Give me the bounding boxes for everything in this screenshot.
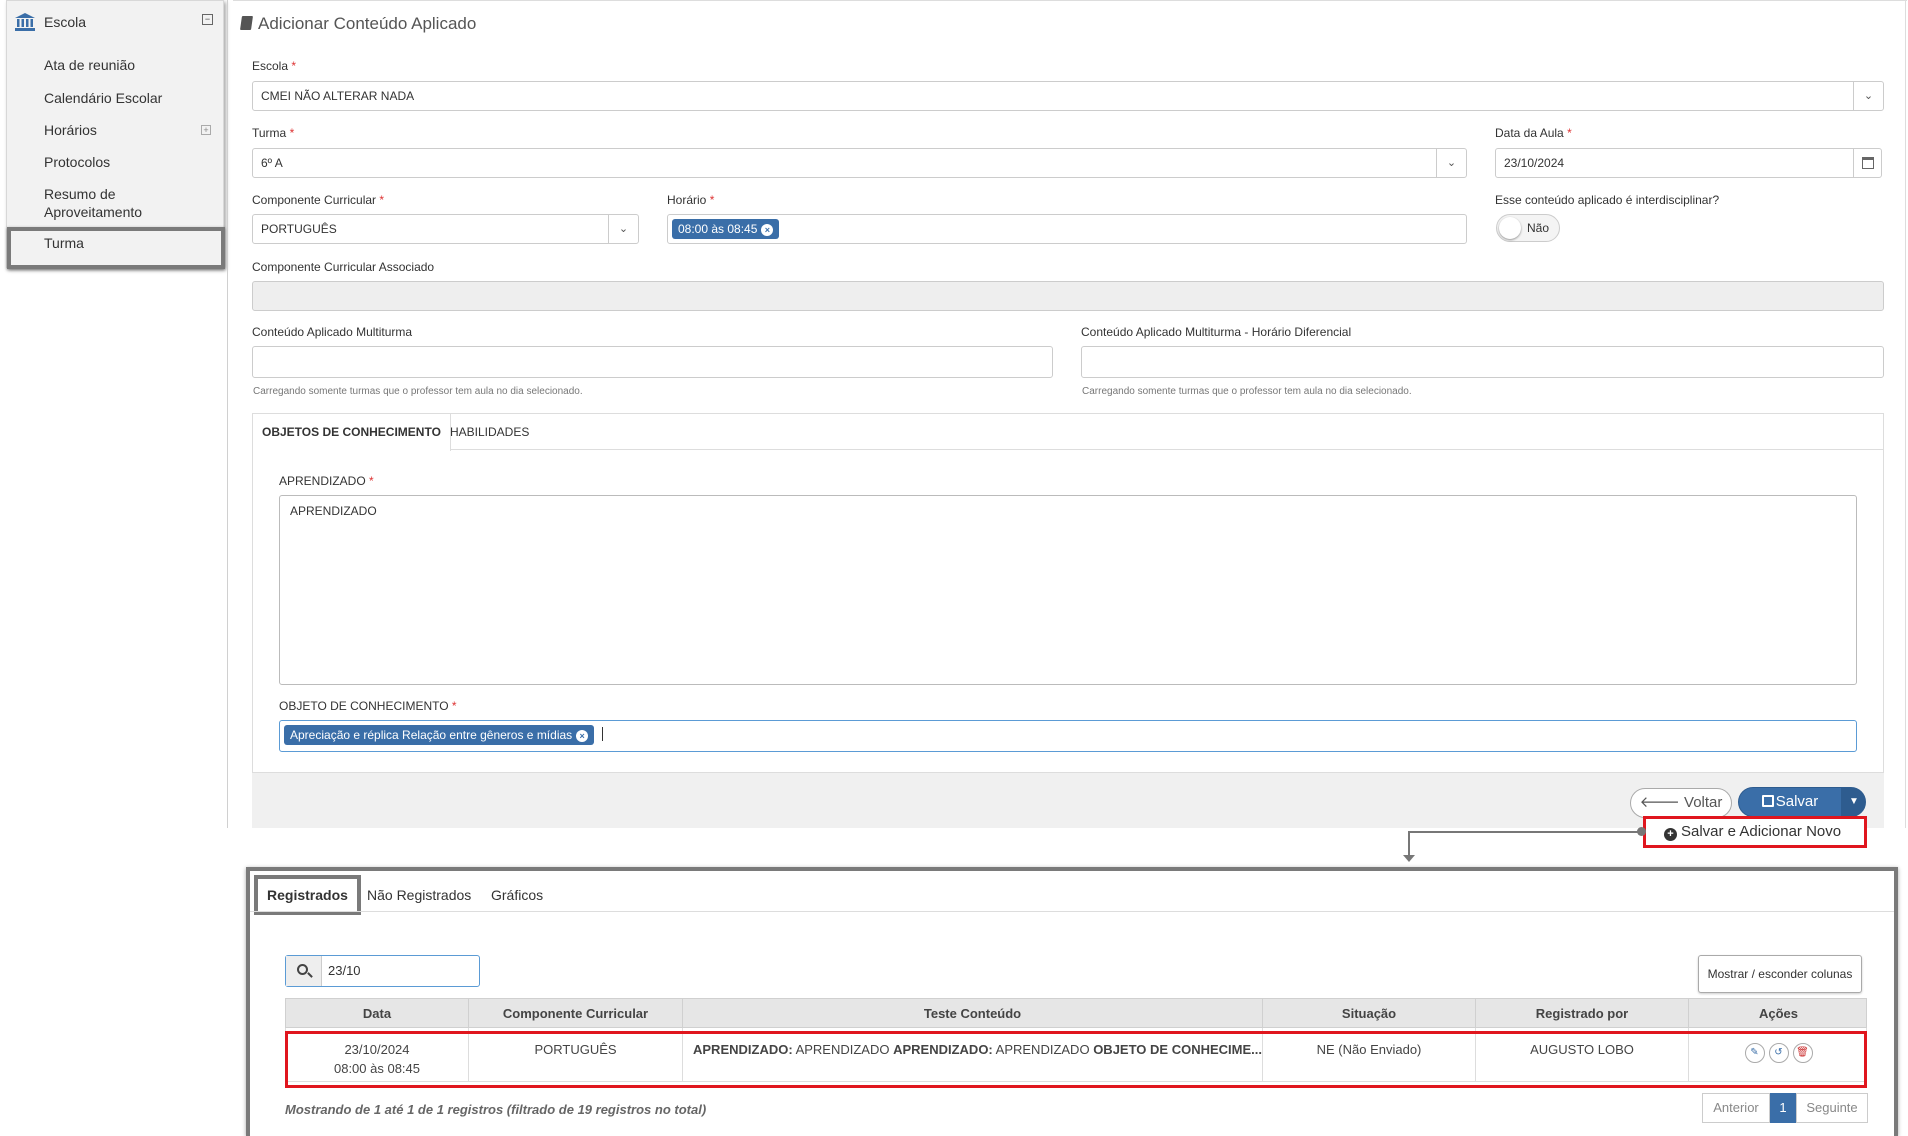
tab-habilidades[interactable]: HABILIDADES bbox=[441, 414, 538, 450]
column-header[interactable]: Data bbox=[286, 999, 469, 1029]
page-title: Adicionar Conteúdo Aplicado bbox=[240, 14, 477, 34]
data-aula-label: Data da Aula * bbox=[1495, 126, 1572, 140]
plus-circle-icon: + bbox=[1664, 828, 1677, 841]
turma-value: 6º A bbox=[261, 156, 283, 170]
text-cursor bbox=[601, 727, 603, 741]
institution-icon bbox=[15, 13, 35, 31]
escola-value: CMEI NÃO ALTERAR NADA bbox=[261, 89, 415, 103]
sidebar: Escola − Ata de reunião Calendário Escol… bbox=[6, 0, 225, 269]
horario-tag[interactable]: 08:00 às 08:45 × bbox=[672, 219, 780, 239]
expand-icon[interactable]: + bbox=[201, 125, 211, 135]
horario-label: Horário * bbox=[667, 193, 715, 207]
caret-down-icon: ▼ bbox=[1849, 796, 1859, 807]
escola-select[interactable]: CMEI NÃO ALTERAR NADA ⌄ bbox=[252, 81, 1884, 111]
chevron-down-icon[interactable]: ⌄ bbox=[608, 215, 638, 243]
turma-label: Turma * bbox=[252, 126, 295, 140]
multiturma-label: Conteúdo Aplicado Multiturma bbox=[252, 325, 413, 339]
multiturma-diferencial-input[interactable] bbox=[1081, 346, 1884, 378]
chevron-down-icon[interactable]: ⌄ bbox=[1436, 149, 1466, 177]
pagination-prev[interactable]: Anterior bbox=[1702, 1093, 1770, 1123]
pagination-page[interactable]: 1 bbox=[1770, 1093, 1796, 1123]
sidebar-item-resumo[interactable]: Resumo de Aproveitamento bbox=[44, 185, 164, 221]
column-header[interactable]: Teste Conteúdo bbox=[683, 999, 1263, 1029]
escola-label: Escola * bbox=[252, 59, 297, 73]
sidebar-item-horarios[interactable]: Horários bbox=[44, 121, 97, 139]
tab-objetos[interactable]: OBJETOS DE CONHECIMENTO bbox=[253, 414, 451, 451]
salvar-adicionar-novo-item[interactable]: + Salvar e Adicionar Novo bbox=[1643, 816, 1867, 848]
data-aula-value: 23/10/2024 bbox=[1504, 156, 1565, 170]
sidebar-divider bbox=[227, 0, 228, 828]
column-header: Ações bbox=[1758, 1006, 1799, 1021]
sidebar-header[interactable]: Escola − bbox=[7, 1, 223, 43]
associado-input bbox=[252, 281, 1884, 311]
multiturma-input[interactable] bbox=[252, 346, 1053, 378]
multiturma-hint: Carregando somente turmas que o professo… bbox=[253, 386, 583, 397]
componente-value: PORTUGUÊS bbox=[261, 222, 337, 236]
connector-dot bbox=[1637, 827, 1646, 836]
search-input[interactable]: 23/10 bbox=[285, 955, 480, 987]
componente-label: Componente Curricular * bbox=[252, 193, 385, 207]
row-highlight-box bbox=[285, 1031, 1867, 1088]
arrow-left-icon: 🡐 bbox=[1639, 794, 1680, 811]
toggle-label: Não bbox=[1527, 221, 1550, 235]
chevron-down-icon[interactable]: ⌄ bbox=[1853, 82, 1883, 110]
aprendizado-label: APRENDIZADO * bbox=[279, 474, 374, 488]
connector-arrow bbox=[1403, 855, 1415, 862]
sidebar-item-calendario[interactable]: Calendário Escolar bbox=[44, 89, 162, 107]
column-header[interactable]: Situação bbox=[1263, 999, 1476, 1029]
data-aula-input[interactable]: 23/10/2024 bbox=[1495, 148, 1882, 178]
turma-select[interactable]: 6º A ⌄ bbox=[252, 148, 1467, 178]
table-header: Data Componente Curricular Teste Conteúd… bbox=[285, 998, 1867, 1029]
search-icon bbox=[286, 956, 322, 986]
objeto-label: OBJETO DE CONHECIMENTO * bbox=[279, 699, 457, 713]
page-title-text: Adicionar Conteúdo Aplicado bbox=[258, 14, 477, 33]
calendar-icon[interactable] bbox=[1853, 149, 1881, 177]
content-tabs-panel: OBJETOS DE CONHECIMENTO HABILIDADES APRE… bbox=[252, 413, 1884, 773]
salvar-button[interactable]: Salvar bbox=[1738, 787, 1842, 817]
pagination-next[interactable]: Seguinte bbox=[1796, 1093, 1868, 1123]
turma-highlight-box bbox=[7, 227, 225, 269]
associado-label: Componente Curricular Associado bbox=[252, 260, 435, 274]
sidebar-header-label: Escola bbox=[44, 14, 87, 30]
search-value: 23/10 bbox=[328, 963, 361, 978]
column-header[interactable]: Componente Curricular bbox=[469, 999, 683, 1029]
componente-select[interactable]: PORTUGUÊS ⌄ bbox=[252, 214, 639, 244]
content-tab-bar: OBJETOS DE CONHECIMENTO HABILIDADES bbox=[253, 414, 1883, 451]
floppy-icon bbox=[1761, 795, 1774, 807]
horario-tags-input[interactable]: 08:00 às 08:45 × bbox=[667, 214, 1467, 244]
column-header[interactable]: Registrado por bbox=[1476, 999, 1689, 1029]
sidebar-item-ata[interactable]: Ata de reunião bbox=[44, 56, 135, 74]
voltar-button[interactable]: 🡐 Voltar bbox=[1630, 788, 1732, 818]
toggle-columns-button[interactable]: Mostrar / esconder colunas bbox=[1698, 955, 1862, 993]
toggle-knob bbox=[1499, 217, 1521, 239]
tab-registrados[interactable]: Registrados bbox=[254, 875, 361, 915]
remove-tag-icon[interactable]: × bbox=[761, 224, 774, 236]
tab-nao-registrados[interactable]: Não Registrados bbox=[358, 875, 480, 915]
table-info: Mostrando de 1 até 1 de 1 registros (fil… bbox=[285, 1102, 707, 1117]
content-top-border bbox=[233, 0, 1907, 1]
tab-underline bbox=[250, 911, 1894, 912]
objeto-tags-input[interactable]: Apreciação e réplica Relação entre gêner… bbox=[279, 720, 1857, 752]
registros-panel: Registrados Não Registrados Gráficos 23/… bbox=[246, 867, 1898, 1136]
multiturma-diferencial-label: Conteúdo Aplicado Multiturma - Horário D… bbox=[1081, 325, 1352, 339]
aprendizado-textarea[interactable]: APRENDIZADO bbox=[279, 495, 1857, 685]
content-right-border bbox=[1905, 0, 1906, 828]
connector-line bbox=[1408, 831, 1644, 833]
objeto-tag[interactable]: Apreciação e réplica Relação entre gêner… bbox=[284, 725, 595, 745]
book-icon bbox=[240, 16, 253, 30]
interdisciplinar-toggle[interactable]: Não bbox=[1496, 214, 1560, 242]
multiturma-diferencial-hint: Carregando somente turmas que o professo… bbox=[1082, 386, 1412, 397]
sidebar-item-protocolos[interactable]: Protocolos bbox=[44, 153, 110, 171]
tab-graficos[interactable]: Gráficos bbox=[482, 875, 552, 915]
interdisciplinar-label: Esse conteúdo aplicado é interdisciplina… bbox=[1495, 193, 1720, 207]
collapse-icon[interactable]: − bbox=[202, 14, 213, 25]
remove-tag-icon[interactable]: × bbox=[576, 730, 589, 742]
